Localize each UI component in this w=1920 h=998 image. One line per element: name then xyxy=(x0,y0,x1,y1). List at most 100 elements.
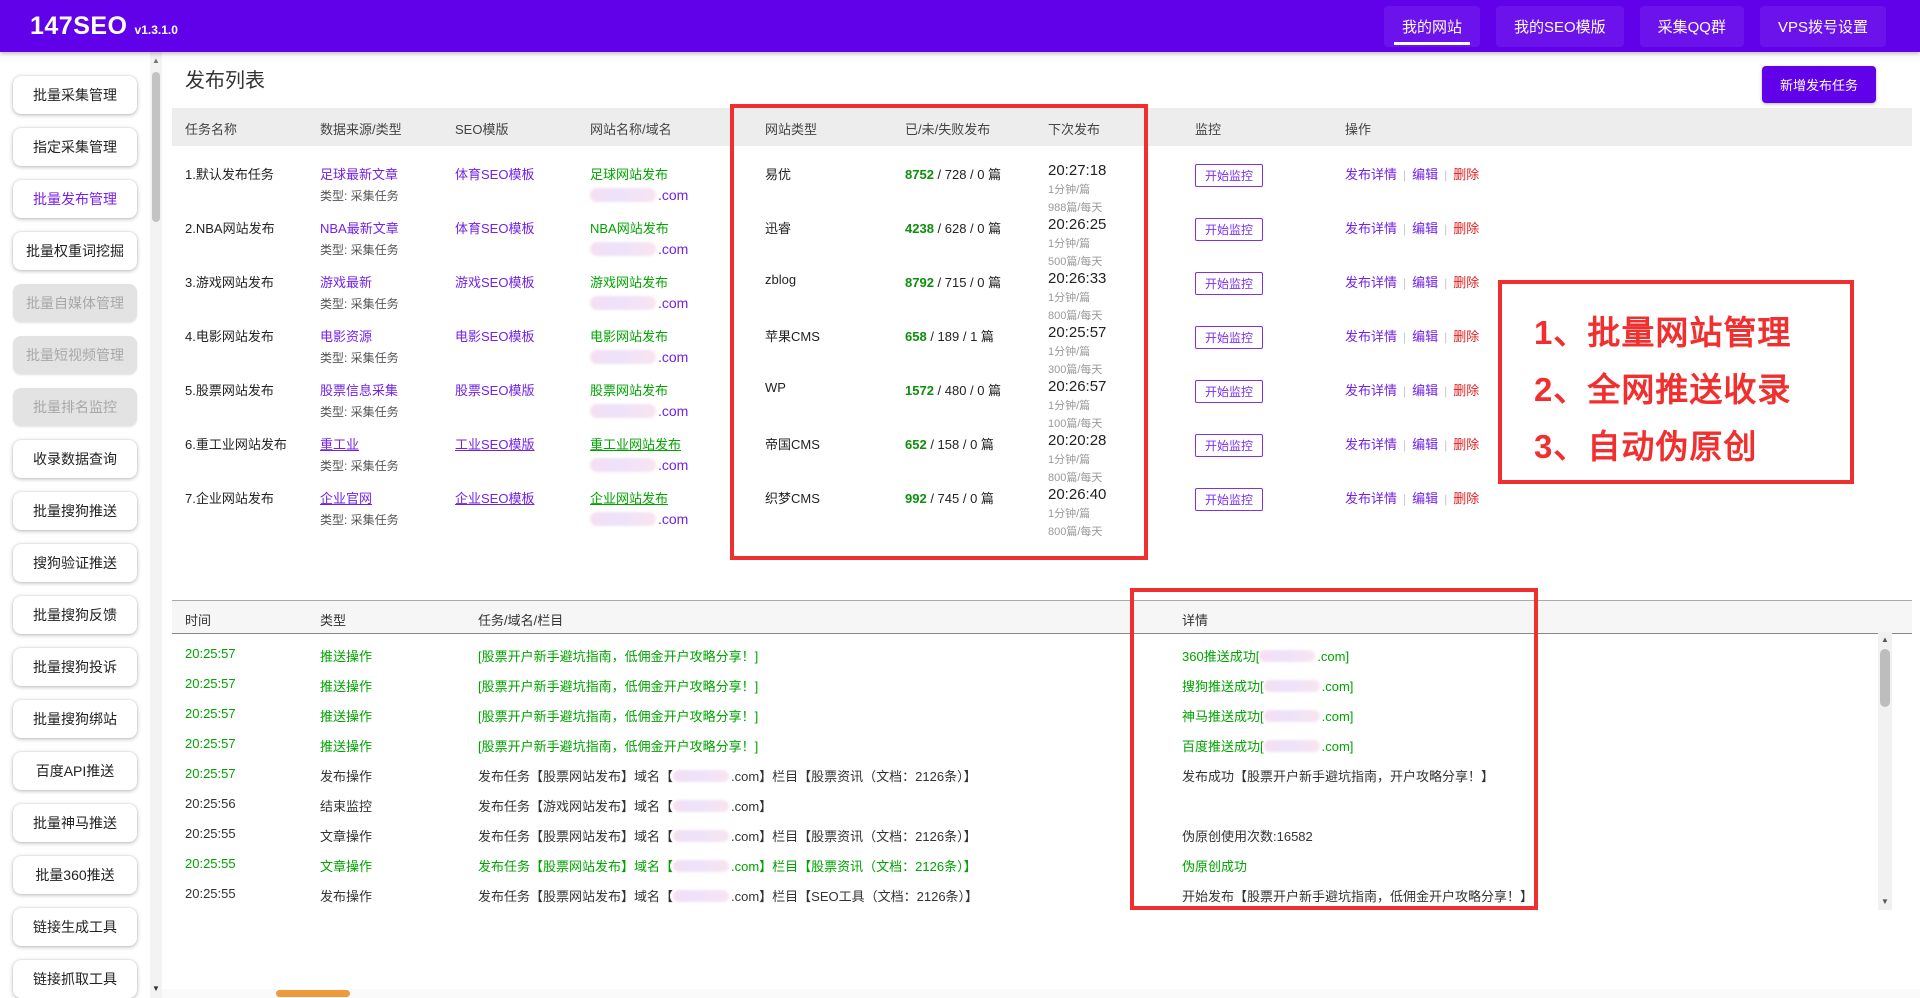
sidebar-item[interactable]: 批量短视频管理 xyxy=(13,336,137,374)
domain-suffix[interactable]: .com xyxy=(658,403,688,419)
sidebar-item[interactable]: 批量搜狗绑站 xyxy=(13,700,137,738)
sidebar-item[interactable]: 批量权重词挖掘 xyxy=(13,232,137,270)
start-monitor-button[interactable]: 开始监控 xyxy=(1195,434,1263,457)
redacted-domain-blur xyxy=(590,404,656,418)
publish-detail-link[interactable]: 发布详情 xyxy=(1345,275,1397,290)
top-nav-item[interactable]: VPS拨号设置 xyxy=(1760,6,1886,47)
site-name-link[interactable]: 游戏网站发布 xyxy=(590,275,668,290)
publish-detail-link[interactable]: 发布详情 xyxy=(1345,383,1397,398)
edit-link[interactable]: 编辑 xyxy=(1412,329,1438,344)
delete-link[interactable]: 删除 xyxy=(1453,221,1479,236)
template-link[interactable]: 股票SEO模版 xyxy=(455,383,534,398)
source-link[interactable]: NBA最新文章 xyxy=(320,221,399,236)
published-count: 652 xyxy=(905,437,927,452)
edit-link[interactable]: 编辑 xyxy=(1412,383,1438,398)
sidebar-item[interactable]: 批量采集管理 xyxy=(13,76,137,114)
sidebar-item[interactable]: 批量自媒体管理 xyxy=(13,284,137,322)
site-domain: .com xyxy=(590,295,760,311)
publish-detail-link[interactable]: 发布详情 xyxy=(1345,329,1397,344)
publish-detail-link[interactable]: 发布详情 xyxy=(1345,437,1397,452)
sidebar-item[interactable]: 批量搜狗投诉 xyxy=(13,648,137,686)
template-link[interactable]: 工业SEO模版 xyxy=(455,437,534,452)
sidebar-item[interactable]: 批量搜狗推送 xyxy=(13,492,137,530)
source-link[interactable]: 重工业 xyxy=(320,437,359,452)
domain-suffix[interactable]: .com xyxy=(658,511,688,527)
edit-link[interactable]: 编辑 xyxy=(1412,221,1438,236)
sidebar-item[interactable]: 批量排名监控 xyxy=(13,388,137,426)
template-link[interactable]: 体育SEO模板 xyxy=(455,221,534,236)
sidebar-item[interactable]: 批量360推送 xyxy=(13,856,137,894)
sidebar-item[interactable]: 搜狗验证推送 xyxy=(13,544,137,582)
scroll-up-arrow-icon[interactable]: ▲ xyxy=(1878,633,1892,647)
log-row: 20:25:57 推送操作 [股票开户新手避坑指南，低佣金开户攻略分享！] 36… xyxy=(162,638,1902,668)
next-publish-cell: 20:26:57 1分钟/篇 100篇/每天 xyxy=(1048,378,1193,431)
content-scrollbar[interactable]: ▲ ▼ xyxy=(150,52,162,998)
top-nav-item[interactable]: 我的SEO模版 xyxy=(1496,6,1624,47)
sidebar-item[interactable]: 指定采集管理 xyxy=(13,128,137,166)
sidebar-item[interactable]: 链接抓取工具 xyxy=(13,960,137,998)
domain-suffix[interactable]: .com xyxy=(658,187,688,203)
delete-link[interactable]: 删除 xyxy=(1453,491,1479,506)
delete-link[interactable]: 删除 xyxy=(1453,167,1479,182)
scroll-up-arrow-icon[interactable]: ▲ xyxy=(150,54,162,68)
horizontal-scrollbar-thumb[interactable] xyxy=(276,990,350,997)
log-scrollbar[interactable]: ▲ ▼ xyxy=(1878,632,1892,910)
sidebar-item[interactable]: 链接生成工具 xyxy=(13,908,137,946)
site-name-link[interactable]: 电影网站发布 xyxy=(590,329,668,344)
publish-detail-link[interactable]: 发布详情 xyxy=(1345,491,1397,506)
delete-link[interactable]: 删除 xyxy=(1453,329,1479,344)
counts-rest: / 745 / 0 篇 xyxy=(927,491,994,506)
col-type: 类型 xyxy=(320,610,346,629)
delete-link[interactable]: 删除 xyxy=(1453,437,1479,452)
sidebar-item[interactable]: 批量搜狗反馈 xyxy=(13,596,137,634)
source-link[interactable]: 股票信息采集 xyxy=(320,383,398,398)
publish-detail-link[interactable]: 发布详情 xyxy=(1345,167,1397,182)
template-link[interactable]: 企业SEO模板 xyxy=(455,491,534,506)
source-link[interactable]: 游戏最新 xyxy=(320,275,372,290)
edit-link[interactable]: 编辑 xyxy=(1412,491,1438,506)
sidebar-item-label: 百度API推送 xyxy=(36,761,115,781)
template-link[interactable]: 体育SEO模板 xyxy=(455,167,534,182)
source-link[interactable]: 电影资源 xyxy=(320,329,372,344)
delete-link[interactable]: 删除 xyxy=(1453,275,1479,290)
site-name-link[interactable]: 企业网站发布 xyxy=(590,491,668,506)
template-link[interactable]: 游戏SEO模板 xyxy=(455,275,534,290)
source-link[interactable]: 足球最新文章 xyxy=(320,167,398,182)
source-link[interactable]: 企业官网 xyxy=(320,491,372,506)
publish-rate: 1分钟/篇 xyxy=(1048,451,1193,467)
publish-counts-cell: 8792 / 715 / 0 篇 xyxy=(905,272,1045,291)
site-name-link[interactable]: 股票网站发布 xyxy=(590,383,668,398)
template-link[interactable]: 电影SEO模板 xyxy=(455,329,534,344)
scrollbar-thumb[interactable] xyxy=(152,72,160,222)
start-monitor-button[interactable]: 开始监控 xyxy=(1195,326,1263,349)
top-nav-item[interactable]: 我的网站 xyxy=(1384,6,1480,47)
site-name-link[interactable]: NBA网站发布 xyxy=(590,221,669,236)
sidebar-item[interactable]: 收录数据查询 xyxy=(13,440,137,478)
domain-suffix[interactable]: .com xyxy=(658,295,688,311)
start-monitor-button[interactable]: 开始监控 xyxy=(1195,380,1263,403)
horizontal-scrollbar[interactable] xyxy=(162,989,1920,998)
new-publish-task-button[interactable]: 新增发布任务 xyxy=(1762,66,1876,103)
edit-link[interactable]: 编辑 xyxy=(1412,167,1438,182)
top-nav-item[interactable]: 采集QQ群 xyxy=(1640,6,1744,47)
domain-suffix[interactable]: .com xyxy=(658,457,688,473)
sidebar-item[interactable]: 批量发布管理 xyxy=(13,180,137,218)
site-name-link[interactable]: 足球网站发布 xyxy=(590,167,668,182)
edit-link[interactable]: 编辑 xyxy=(1412,275,1438,290)
domain-suffix[interactable]: .com xyxy=(658,349,688,365)
site-type-cell: WP xyxy=(765,380,900,395)
publish-detail-link[interactable]: 发布详情 xyxy=(1345,221,1397,236)
scroll-down-arrow-icon[interactable]: ▼ xyxy=(150,982,162,996)
scrollbar-thumb[interactable] xyxy=(1880,649,1890,707)
domain-suffix[interactable]: .com xyxy=(658,241,688,257)
start-monitor-button[interactable]: 开始监控 xyxy=(1195,164,1263,187)
start-monitor-button[interactable]: 开始监控 xyxy=(1195,488,1263,511)
scroll-down-arrow-icon[interactable]: ▼ xyxy=(1878,895,1892,909)
start-monitor-button[interactable]: 开始监控 xyxy=(1195,272,1263,295)
sidebar-item[interactable]: 批量神马推送 xyxy=(13,804,137,842)
edit-link[interactable]: 编辑 xyxy=(1412,437,1438,452)
sidebar-item[interactable]: 百度API推送 xyxy=(13,752,137,790)
start-monitor-button[interactable]: 开始监控 xyxy=(1195,218,1263,241)
site-name-link[interactable]: 重工业网站发布 xyxy=(590,437,681,452)
delete-link[interactable]: 删除 xyxy=(1453,383,1479,398)
